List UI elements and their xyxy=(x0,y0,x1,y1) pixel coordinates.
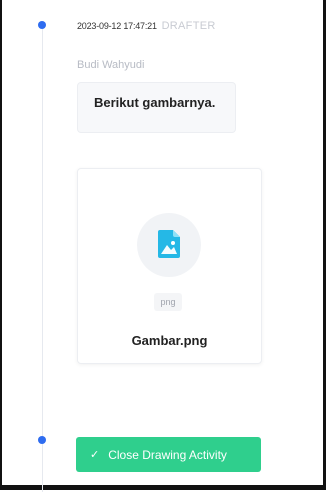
message-bubble: Berikut gambarnya. xyxy=(77,82,236,133)
image-file-icon xyxy=(137,213,201,277)
check-icon: ✓ xyxy=(90,449,100,461)
entry-meta: 2023-09-12 17:47:21 DRAFTER xyxy=(77,20,216,32)
file-extension-badge: png xyxy=(154,293,182,311)
timeline-dot xyxy=(38,436,46,444)
timeline-line xyxy=(42,22,43,492)
close-drawing-activity-button[interactable]: ✓ Close Drawing Activity xyxy=(76,437,261,472)
timeline-dot xyxy=(38,21,46,29)
entry-author: Budi Wahyudi xyxy=(77,59,145,71)
entry-role: DRAFTER xyxy=(161,20,216,32)
attachment-card[interactable]: png Gambar.png xyxy=(77,168,262,364)
attachment-file-name[interactable]: Gambar.png xyxy=(78,333,261,348)
message-text: Berikut gambarnya. xyxy=(94,95,216,110)
close-drawing-activity-label: Close Drawing Activity xyxy=(108,447,227,462)
entry-timestamp: 2023-09-12 17:47:21 xyxy=(77,21,157,31)
